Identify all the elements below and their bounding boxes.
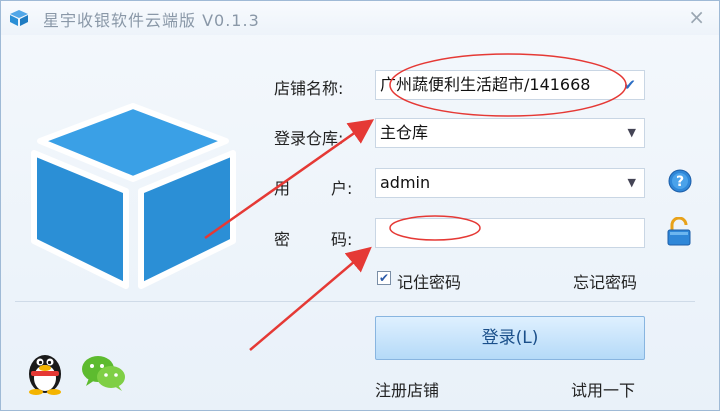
- login-button[interactable]: 登录(L): [375, 316, 645, 360]
- password-label-left: 密: [274, 230, 291, 249]
- warehouse-label: 登录仓库:: [274, 129, 344, 148]
- qq-penguin-icon[interactable]: [23, 346, 67, 396]
- remember-label[interactable]: 记住密码: [397, 269, 461, 293]
- user-label-left: 用: [274, 179, 291, 198]
- register-store-link[interactable]: 注册店铺: [375, 377, 439, 401]
- cube-icon: [10, 10, 28, 26]
- checkmark-icon: ✔: [623, 76, 636, 94]
- login-window: 星宇收银软件云端版 V0.1.3 × 店铺名称: 广州蔬便利生活超市/14166…: [0, 0, 720, 411]
- remember-checkbox[interactable]: ✔: [377, 271, 391, 285]
- svg-text:?: ?: [676, 174, 684, 190]
- lock-icon[interactable]: [666, 217, 692, 247]
- forgot-password-link[interactable]: 忘记密码: [573, 269, 637, 293]
- window-title: 星宇收银软件云端版 V0.1.3: [43, 11, 260, 30]
- wechat-icon[interactable]: [81, 353, 127, 393]
- warehouse-value: 主仓库: [380, 123, 429, 142]
- trial-link[interactable]: 试用一下: [571, 377, 635, 401]
- user-select[interactable]: admin ▼: [375, 168, 645, 198]
- store-value: 广州蔬便利生活超市/141668: [380, 75, 591, 94]
- store-label: 店铺名称:: [274, 79, 344, 98]
- chevron-down-icon[interactable]: ▼: [628, 119, 636, 147]
- user-value: admin: [380, 173, 431, 192]
- password-field[interactable]: [375, 218, 645, 248]
- chevron-down-icon[interactable]: ▼: [628, 169, 636, 197]
- close-button[interactable]: ×: [688, 5, 705, 29]
- warehouse-select[interactable]: 主仓库 ▼: [375, 118, 645, 148]
- user-label-right: 户:: [331, 179, 353, 198]
- store-field[interactable]: 广州蔬便利生活超市/141668 ✔: [375, 70, 645, 100]
- app-logo: [31, 103, 236, 289]
- divider: [15, 301, 695, 302]
- title-bar: 星宇收银软件云端版 V0.1.3 ×: [1, 1, 719, 35]
- question-icon[interactable]: ?: [668, 169, 692, 193]
- password-label-right: 码:: [331, 230, 353, 249]
